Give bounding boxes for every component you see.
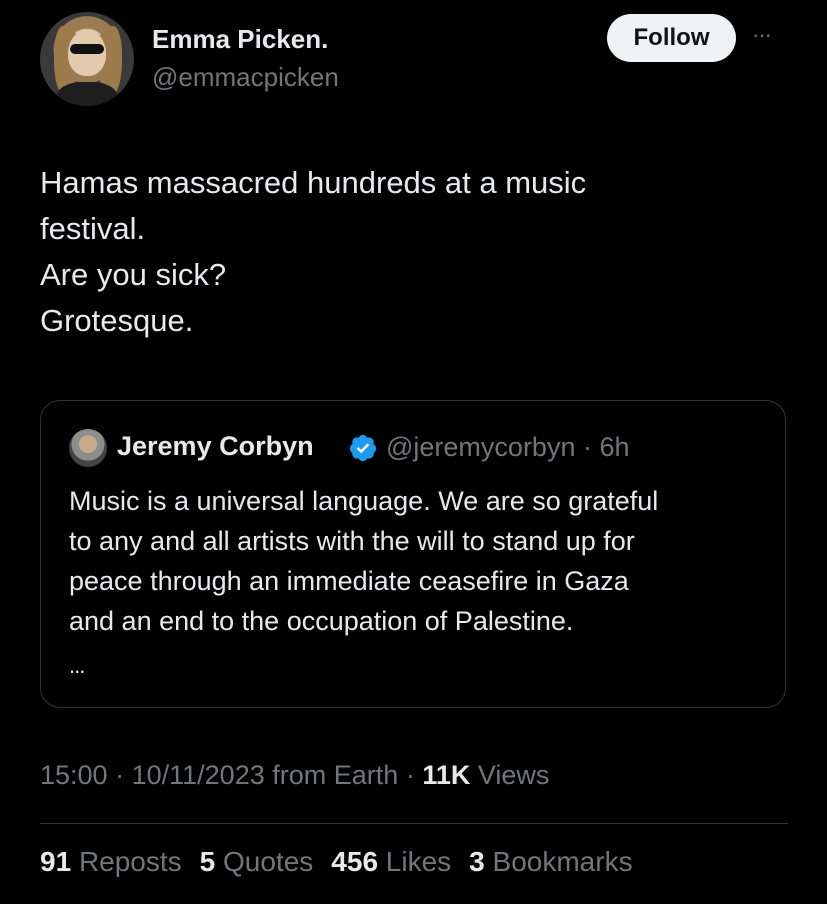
quote-line: peace through an immediate ceasefire in … — [69, 566, 629, 596]
bookmarks-count: 3 — [469, 846, 485, 877]
tweet-meta: 15:00 · 10/11/2023 from Earth · 11K View… — [40, 760, 549, 791]
avatar-sunglasses — [70, 44, 104, 54]
tweet-line: festival. — [40, 211, 146, 246]
author-handle[interactable]: @emmacpicken — [152, 62, 339, 93]
views-label: Views — [477, 760, 550, 790]
quote-author-name[interactable]: Jeremy Corbyn — [117, 431, 314, 462]
tweet-source: from Earth — [272, 760, 399, 790]
quote-text: Music is a universal language. We are so… — [69, 481, 769, 641]
follow-button[interactable]: Follow — [607, 14, 736, 62]
tweet-text: Hamas massacred hundreds at a music fest… — [40, 160, 780, 344]
quote-author-handle-time[interactable]: @jeremycorbyn · 6h — [386, 432, 630, 463]
meta-separator: · — [405, 760, 423, 790]
tweet-line: Are you sick? — [40, 257, 227, 292]
author-name[interactable]: Emma Picken. — [152, 24, 328, 55]
reposts-label: Reposts — [78, 846, 182, 877]
tweet-line: Grotesque. — [40, 303, 194, 338]
quotes-stat[interactable]: 5 Quotes — [200, 846, 314, 878]
reposts-count: 91 — [40, 846, 72, 877]
quoted-tweet[interactable]: Jeremy Corbyn @jeremycorbyn · 6h Music i… — [40, 400, 786, 708]
likes-label: Likes — [385, 846, 452, 877]
quote-author-avatar[interactable] — [69, 429, 107, 467]
quote-line: and an end to the occupation of Palestin… — [69, 606, 574, 636]
quotes-label: Quotes — [223, 846, 314, 877]
views-count: 11K — [422, 760, 471, 790]
bookmarks-stat[interactable]: 3 Bookmarks — [469, 846, 632, 878]
tweet-time[interactable]: 15:00 — [40, 760, 108, 790]
meta-separator: · — [115, 760, 132, 790]
likes-count: 456 — [331, 846, 379, 877]
verified-icon — [349, 434, 377, 462]
tweet-date[interactable]: 10/11/2023 — [132, 760, 265, 790]
divider — [40, 823, 788, 824]
engagement-stats: 91 Reposts 5 Quotes 456 Likes 3 Bookmark… — [40, 846, 633, 878]
likes-stat[interactable]: 456 Likes — [331, 846, 451, 878]
bookmarks-label: Bookmarks — [492, 846, 633, 877]
tweet-line: Hamas massacred hundreds at a music — [40, 165, 587, 200]
quote-ellipsis: ... — [69, 653, 85, 678]
quote-line: Music is a universal language. We are so… — [69, 486, 659, 516]
quote-line: to any and all artists with the will to … — [69, 526, 635, 556]
reposts-stat[interactable]: 91 Reposts — [40, 846, 182, 878]
avatar-body — [56, 82, 118, 106]
quotes-count: 5 — [199, 846, 216, 877]
author-avatar[interactable] — [40, 12, 134, 106]
more-icon[interactable]: ··· — [752, 22, 772, 48]
